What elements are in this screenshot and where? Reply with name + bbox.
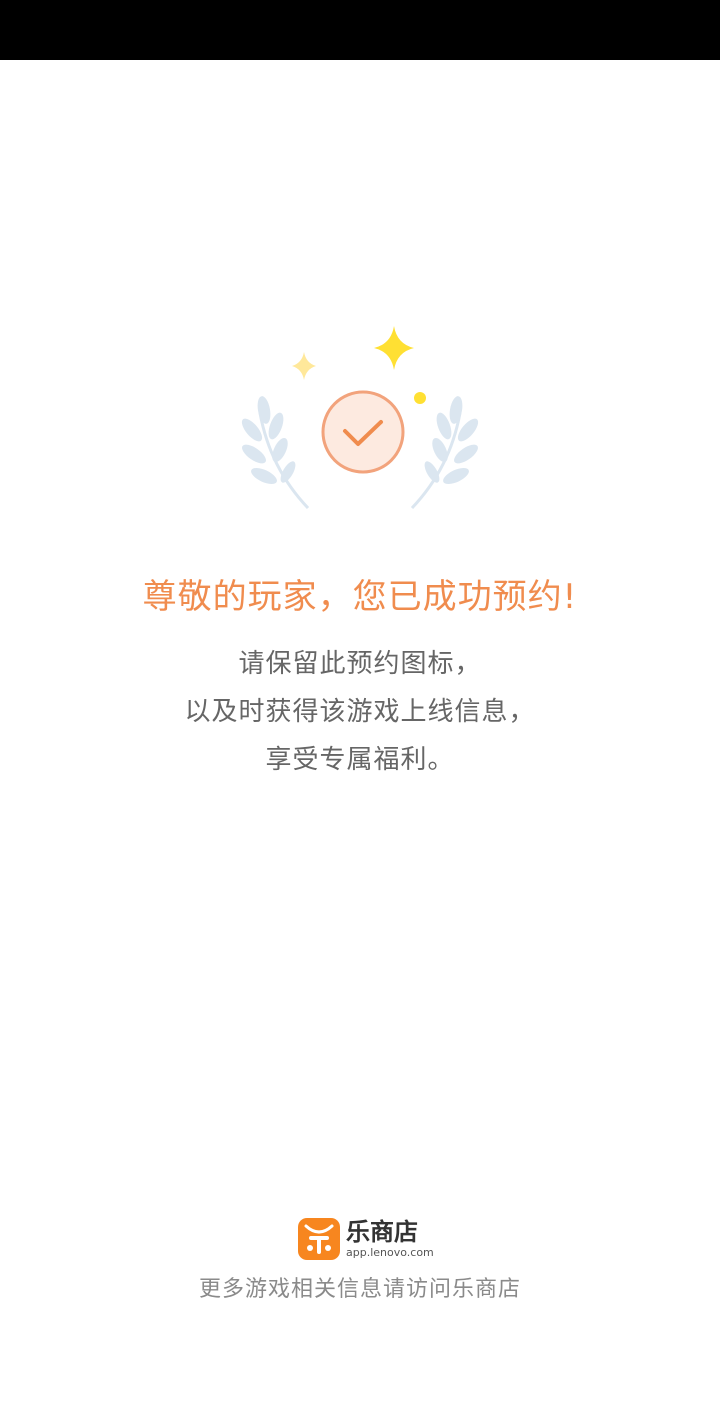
right-laurel-icon: [410, 396, 479, 510]
check-badge-icon: [241, 326, 479, 510]
status-bar: [0, 0, 720, 60]
reservation-message: 请保留此预约图标， 以及时获得该游戏上线信息， 享受专属福利。: [0, 640, 720, 784]
le-store-logo-icon: [298, 1218, 340, 1260]
sparkle-dot-icon: [414, 392, 426, 404]
left-laurel-icon: [241, 396, 310, 510]
sparkle-icon: [292, 352, 316, 380]
message-line: 享受专属福利。: [265, 745, 455, 775]
store-url: app.lenovo.com: [346, 1246, 434, 1259]
message-line: 请保留此预约图标，: [238, 649, 482, 679]
store-name: 乐商店: [346, 1218, 418, 1246]
message-line: 以及时获得该游戏上线信息，: [184, 697, 536, 727]
reservation-success-illustration: [230, 318, 490, 518]
success-title: 尊敬的玩家，您已成功预约!: [142, 577, 578, 617]
sparkle-icon: [374, 326, 414, 370]
footer-store-link[interactable]: 更多游戏相关信息请访问乐商店: [0, 1270, 720, 1310]
le-store-logo[interactable]: 乐商店 app.lenovo.com: [296, 1216, 434, 1264]
